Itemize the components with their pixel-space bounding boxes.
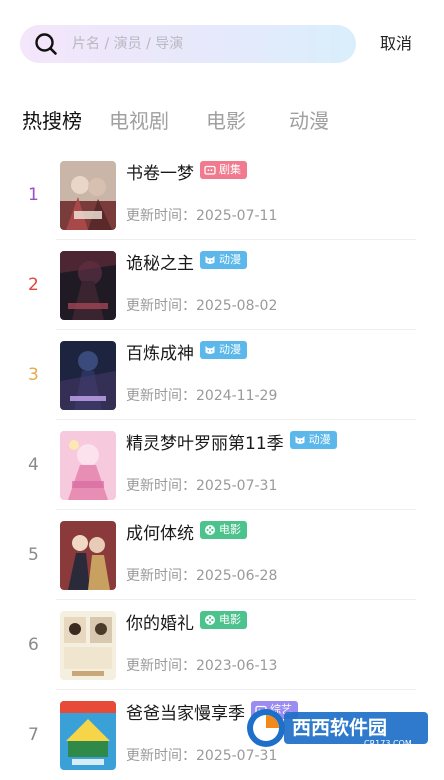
update-time-value: 2025-07-31 <box>196 478 278 494</box>
item-title-row: 书卷一梦 剧集 <box>126 161 247 186</box>
rank-number: 5 <box>28 545 39 565</box>
item-title-row: 百炼成神 动漫 <box>126 341 247 366</box>
badge-label: 动漫 <box>308 433 331 446</box>
update-time-value: 2025-07-11 <box>196 208 278 224</box>
update-time: 更新时间：2025-06-28 <box>126 566 277 586</box>
update-time: 更新时间：2023-06-13 <box>126 656 277 676</box>
watermark-logo-text: 西西软件园 <box>292 716 387 739</box>
update-time: 更新时间：2025-07-31 <box>126 476 277 496</box>
cat-face-icon <box>205 346 215 354</box>
badge-label: 动漫 <box>219 343 241 356</box>
update-time-value: 2025-06-28 <box>196 568 278 584</box>
rank-number: 6 <box>28 635 39 655</box>
category-badge: 动漫 <box>200 341 247 359</box>
item-title[interactable]: 精灵梦叶罗丽第11季 <box>126 434 284 454</box>
update-time-value: 2023-06-13 <box>196 658 278 674</box>
category-badge: 剧集 <box>200 161 247 179</box>
film-reel-icon <box>205 615 215 625</box>
category-badge: 动漫 <box>200 251 247 269</box>
category-badge: 电影 <box>200 521 247 539</box>
search-header: 取消 <box>0 0 444 88</box>
site-watermark: 西西软件园 CR173.COM <box>244 706 430 750</box>
rank-number: 3 <box>28 365 39 385</box>
watermark-sub-text: CR173.COM <box>364 739 412 748</box>
update-time: 更新时间：2024-11-29 <box>126 386 277 406</box>
tv-icon <box>204 165 216 175</box>
rank-number: 7 <box>28 725 39 745</box>
list-item[interactable]: 2 诡秘之主 动漫 更新时间：2025-08-02 <box>0 240 444 330</box>
badge-label: 剧集 <box>219 163 241 176</box>
list-item[interactable]: 3 百炼成神 动漫 更新时间：2024-11-29 <box>0 330 444 420</box>
cat-face-icon <box>295 436 305 444</box>
poster-thumbnail[interactable] <box>60 251 116 320</box>
film-reel-icon <box>205 525 215 535</box>
update-time-label: 更新时间： <box>126 298 196 314</box>
tab-hot-search[interactable]: 热搜榜 <box>22 106 82 136</box>
item-title[interactable]: 诡秘之主 <box>126 254 194 274</box>
category-badge: 电影 <box>200 611 247 629</box>
item-title-row: 精灵梦叶罗丽第11季 动漫 <box>126 431 337 456</box>
item-title-row: 成何体统 电影 <box>126 521 247 546</box>
update-time-label: 更新时间： <box>126 658 196 674</box>
update-time-value: 2025-07-31 <box>196 748 278 764</box>
item-title[interactable]: 成何体统 <box>126 524 194 544</box>
list-item[interactable]: 6 你的婚礼 电影 更新时间：2023-06-13 <box>0 600 444 690</box>
update-time-label: 更新时间： <box>126 748 196 764</box>
update-time-label: 更新时间： <box>126 568 196 584</box>
category-tabs: 热搜榜 电视剧 电影 动漫 <box>0 106 444 140</box>
item-title-row: 诡秘之主 动漫 <box>126 251 247 276</box>
poster-thumbnail[interactable] <box>60 521 116 590</box>
item-title[interactable]: 爸爸当家慢享季 <box>126 704 245 724</box>
search-icon <box>35 33 57 55</box>
poster-thumbnail[interactable] <box>60 701 116 770</box>
list-item[interactable]: 5 成何体统 电影 更新时间：2025-06-28 <box>0 510 444 600</box>
poster-thumbnail[interactable] <box>60 161 116 230</box>
search-input[interactable] <box>70 25 340 63</box>
category-badge: 动漫 <box>289 431 337 449</box>
badge-label: 电影 <box>219 613 241 626</box>
rank-number: 4 <box>28 455 39 475</box>
watermark-logo-icon: 西西软件园 CR173.COM <box>247 709 428 748</box>
update-time-label: 更新时间： <box>126 208 196 224</box>
poster-thumbnail[interactable] <box>60 341 116 410</box>
item-title-row: 你的婚礼 电影 <box>126 611 247 636</box>
badge-label: 电影 <box>219 523 241 536</box>
rank-number: 2 <box>28 275 39 295</box>
list-item[interactable]: 1 书卷一梦 剧集 更新时间：2025-07-11 <box>0 150 444 240</box>
rank-number: 1 <box>28 185 39 205</box>
cancel-button[interactable]: 取消 <box>380 33 412 55</box>
update-time-value: 2025-08-02 <box>196 298 278 314</box>
tab-movies[interactable]: 电影 <box>206 106 246 136</box>
update-time-value: 2024-11-29 <box>196 388 278 404</box>
tab-anime[interactable]: 动漫 <box>289 106 329 136</box>
update-time-label: 更新时间： <box>126 478 196 494</box>
item-title[interactable]: 你的婚礼 <box>126 614 194 634</box>
poster-thumbnail[interactable] <box>60 431 116 500</box>
update-time: 更新时间：2025-07-11 <box>126 206 277 226</box>
update-time-label: 更新时间： <box>126 388 196 404</box>
item-title[interactable]: 书卷一梦 <box>126 164 194 184</box>
badge-label: 动漫 <box>219 253 241 266</box>
cat-face-icon <box>205 256 215 264</box>
tab-tv-series[interactable]: 电视剧 <box>109 106 169 136</box>
search-box[interactable] <box>20 25 356 63</box>
update-time: 更新时间：2025-08-02 <box>126 296 277 316</box>
list-item[interactable]: 4 精灵梦叶罗丽第11季 动漫 更新时间：2025-07-31 <box>0 420 444 510</box>
item-title[interactable]: 百炼成神 <box>126 344 194 364</box>
poster-thumbnail[interactable] <box>60 611 116 680</box>
